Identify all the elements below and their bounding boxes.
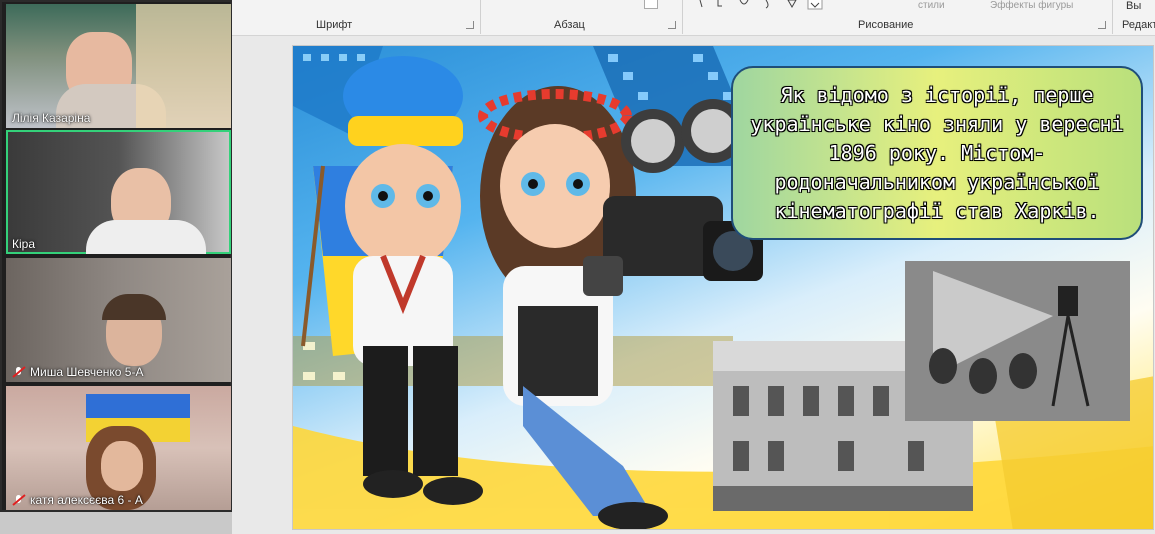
font-dialog-launcher-icon[interactable]: [466, 21, 474, 29]
flag-blue: [86, 394, 190, 418]
ribbon-group-editing: Редакт: [1122, 19, 1155, 31]
mic-muted-icon: [12, 494, 26, 506]
select-button[interactable]: Вы: [1126, 0, 1141, 12]
ribbon-separator: [480, 0, 481, 34]
background-wall: [136, 4, 231, 128]
ribbon-separator: [682, 0, 683, 34]
participant-body: [86, 220, 206, 254]
ribbon-group-font: Шрифт: [316, 19, 353, 31]
ribbon-group-drawing: Рисование: [858, 19, 914, 31]
slide[interactable]: Як відомо з історії, перше українське кі…: [292, 45, 1154, 530]
paragraph-dialog-launcher-icon[interactable]: [668, 21, 676, 29]
participant-tile[interactable]: катя алексєєва 6 - А: [6, 386, 231, 510]
participant-video: [101, 441, 143, 491]
participant-name-label: Кіра: [12, 237, 36, 251]
video-gallery: Лілія Казаріна Кіра Миша Шевченко 5-А ка…: [0, 0, 232, 512]
app-window: Шрифт Абзац стили Эффекты фигуры Рисован…: [0, 0, 1155, 534]
gallery-bottom-strip: [0, 512, 232, 534]
slide-text-box[interactable]: Як відомо з історії, перше українське кі…: [731, 66, 1143, 240]
vintage-photo-cinema: [905, 261, 1130, 421]
shapes-gallery-icon[interactable]: [696, 0, 826, 10]
participant-tile[interactable]: Миша Шевченко 5-А: [6, 258, 231, 382]
mic-muted-icon: [12, 366, 26, 378]
drawing-dialog-launcher-icon[interactable]: [1098, 21, 1106, 29]
ribbon-group-paragraph: Абзац: [554, 19, 585, 31]
participant-name-label: Миша Шевченко 5-А: [12, 365, 143, 379]
shape-effects-button[interactable]: Эффекты фигуры: [990, 0, 1073, 11]
participant-name-label: катя алексєєва 6 - А: [12, 493, 143, 507]
participant-hair: [102, 294, 166, 320]
ribbon-separator: [1112, 0, 1113, 34]
slide-text: Як відомо з історії, перше українське кі…: [750, 82, 1124, 223]
paragraph-control-fragment[interactable]: [644, 0, 658, 9]
participant-tile[interactable]: Лілія Казаріна: [6, 4, 231, 128]
quick-styles-button[interactable]: стили: [918, 0, 945, 11]
participant-tile-active[interactable]: Кіра: [6, 130, 231, 254]
participant-name-label: Лілія Казаріна: [12, 111, 91, 125]
